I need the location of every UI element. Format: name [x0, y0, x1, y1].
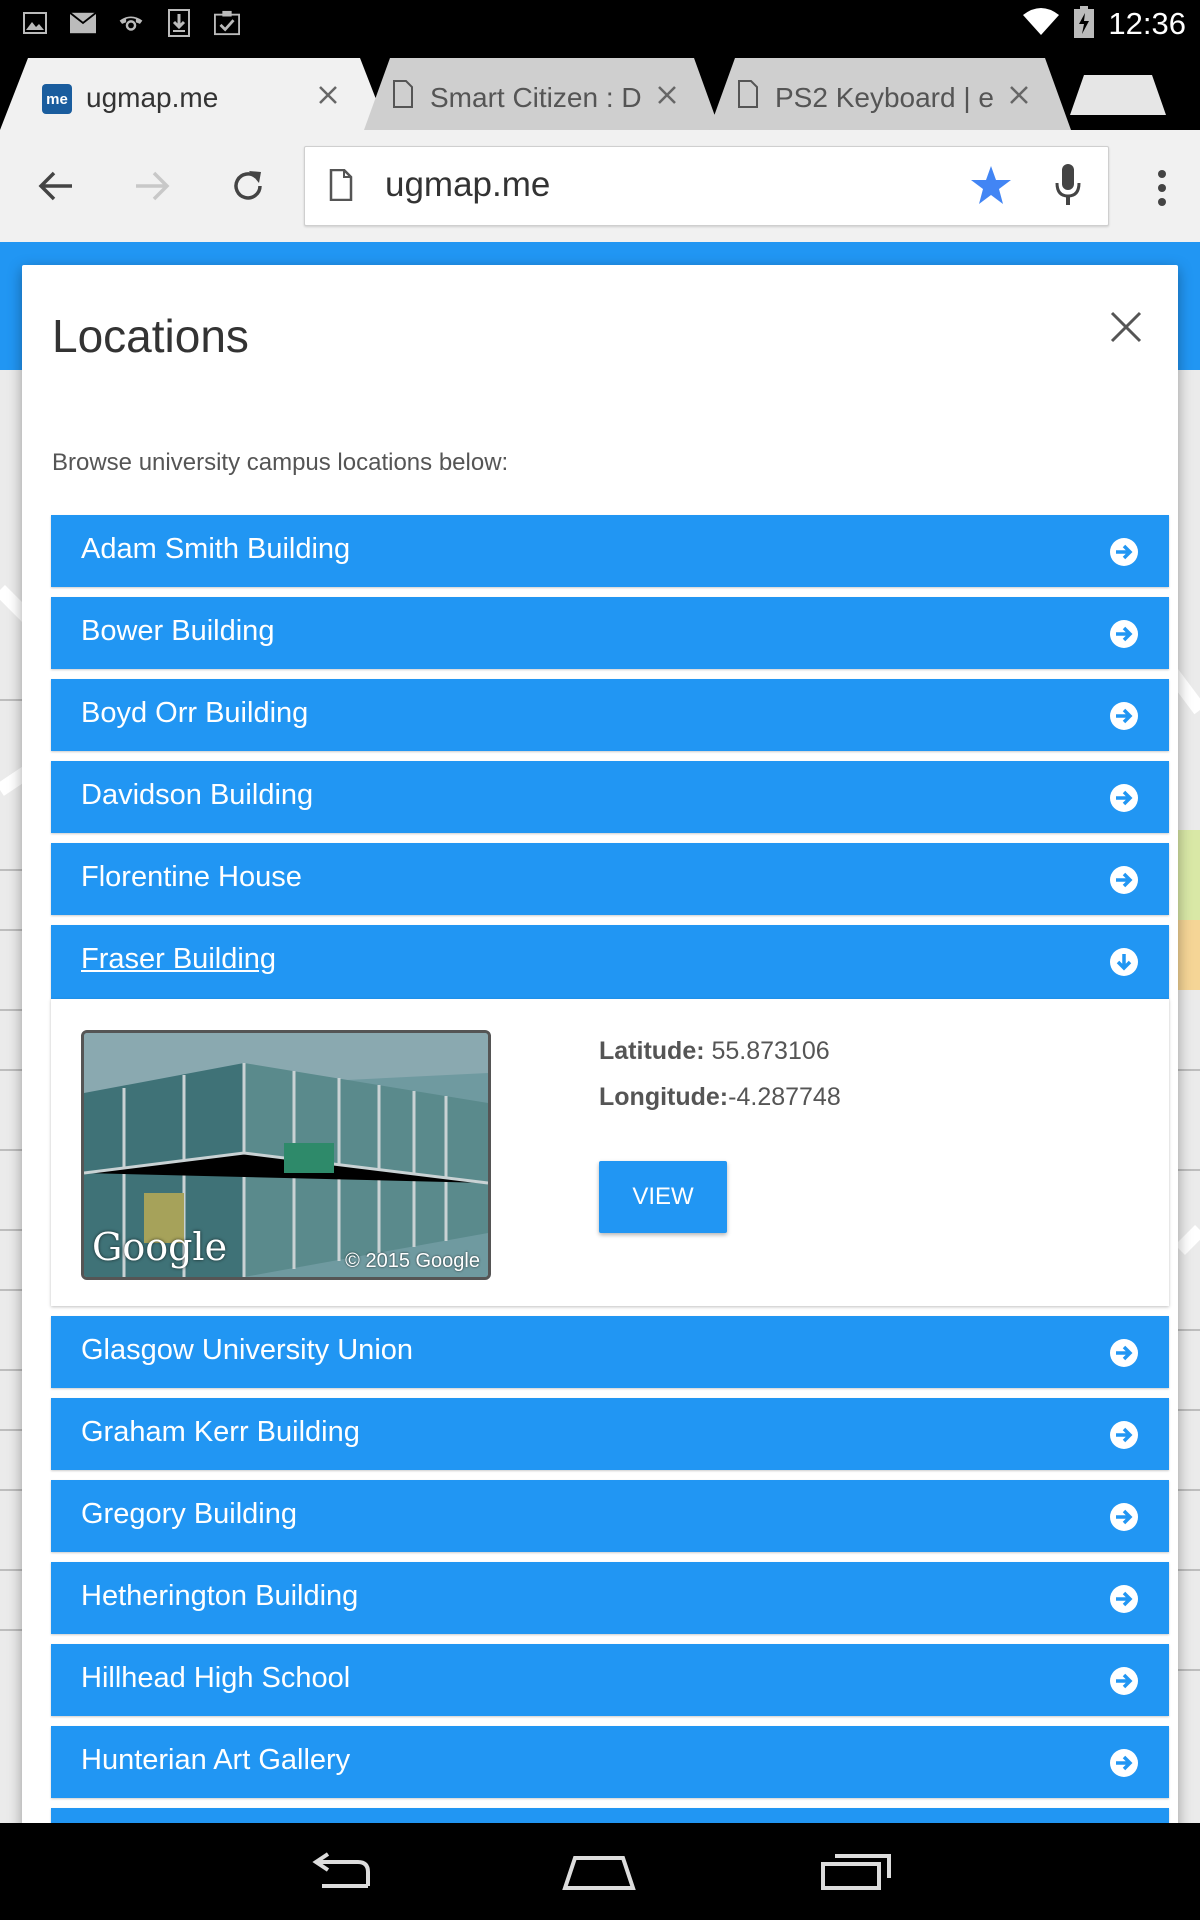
- tab-ugmap[interactable]: me ugmap.me: [0, 58, 390, 130]
- location-item[interactable]: Hetherington Building: [51, 1562, 1169, 1634]
- arrow-circle-right-icon: [1110, 620, 1138, 648]
- battery-charging-icon: [1074, 6, 1095, 42]
- location-label: Davidson Building: [81, 779, 314, 811]
- modal-title: Locations: [52, 310, 249, 362]
- latitude-value: 55.873106: [704, 1037, 830, 1065]
- arrow-circle-down-icon: [1110, 948, 1138, 976]
- system-nav-bar: [0, 1823, 1200, 1920]
- location-label: Boyd Orr Building: [81, 697, 309, 729]
- view-button[interactable]: VIEW: [599, 1161, 727, 1233]
- microphone-icon[interactable]: [1054, 163, 1082, 211]
- location-item-expanded[interactable]: Fraser Building: [51, 925, 1169, 999]
- location-label: Adam Smith Building: [81, 533, 351, 565]
- clock: 12:36: [1108, 6, 1186, 41]
- location-item[interactable]: Florentine House: [51, 843, 1169, 915]
- arrow-circle-right-icon: [1110, 538, 1138, 566]
- nav-home-icon[interactable]: [554, 1847, 644, 1897]
- location-item[interactable]: Boyd Orr Building: [51, 679, 1169, 751]
- location-label: Hunterian Art Gallery: [81, 1744, 351, 1776]
- tab-title: Smart Citizen : De: [430, 82, 642, 113]
- mail-icon: [70, 10, 96, 36]
- overflow-menu-icon[interactable]: [1142, 160, 1182, 216]
- close-icon: [1110, 311, 1142, 343]
- download-icon: [166, 9, 192, 37]
- location-item[interactable]: Davidson Building: [51, 761, 1169, 833]
- location-detail-panel: Google © 2015 Google Latitude: 55.873106…: [51, 999, 1169, 1306]
- locations-list: Adam Smith Building Bower Building Boyd …: [51, 515, 1169, 1890]
- street-view-thumbnail[interactable]: Google © 2015 Google: [81, 1030, 491, 1280]
- document-icon: [737, 80, 759, 112]
- status-bar: 12:36: [0, 0, 1200, 50]
- location-item[interactable]: Glasgow University Union: [51, 1316, 1169, 1388]
- tab-strip: me ugmap.me Smart Citizen : De PS2 Keybo…: [0, 50, 1200, 130]
- nav-back-icon[interactable]: [298, 1847, 388, 1897]
- back-button[interactable]: [26, 156, 86, 216]
- arrow-circle-right-icon: [1110, 1503, 1138, 1531]
- arrow-circle-right-icon: [1110, 1667, 1138, 1695]
- arrow-circle-right-icon: [1110, 1585, 1138, 1613]
- location-label: Bower Building: [81, 615, 275, 647]
- location-label: Florentine House: [81, 861, 302, 893]
- reload-button[interactable]: [218, 156, 278, 216]
- arrow-circle-right-icon: [1110, 1339, 1138, 1367]
- arrow-circle-right-icon: [1110, 1749, 1138, 1777]
- page-info-icon[interactable]: [329, 168, 353, 205]
- new-tab-button[interactable]: [1070, 75, 1166, 115]
- close-tab-icon[interactable]: [650, 78, 684, 112]
- bookmark-star-icon[interactable]: [970, 165, 1012, 209]
- browser-toolbar: ugmap.me: [0, 130, 1200, 243]
- location-item[interactable]: Adam Smith Building: [51, 515, 1169, 587]
- image-copyright: © 2015 Google: [345, 1250, 480, 1272]
- wifi-icon: [1022, 7, 1060, 41]
- arrow-circle-right-icon: [1110, 702, 1138, 730]
- location-item[interactable]: Hunterian Art Gallery: [51, 1726, 1169, 1798]
- google-logo: Google: [92, 1225, 228, 1269]
- modal-intro-text: Browse university campus locations below…: [52, 449, 509, 476]
- location-item[interactable]: Bower Building: [51, 597, 1169, 669]
- clipboard-check-icon: [214, 10, 240, 36]
- longitude-value: -4.287748: [728, 1083, 841, 1111]
- longitude-row: Longitude:-4.287748: [599, 1083, 841, 1112]
- location-label: Hillhead High School: [81, 1662, 351, 1694]
- tab-smart-citizen[interactable]: Smart Citizen : De: [364, 58, 724, 130]
- forward-button[interactable]: [122, 156, 182, 216]
- arrow-circle-right-icon: [1110, 1421, 1138, 1449]
- location-label: Glasgow University Union: [81, 1334, 414, 1366]
- location-label: Graham Kerr Building: [81, 1416, 360, 1448]
- address-bar[interactable]: ugmap.me: [304, 146, 1109, 226]
- nav-recents-icon[interactable]: [812, 1847, 902, 1897]
- location-label: Gregory Building: [81, 1498, 297, 1530]
- close-modal-button[interactable]: [1098, 299, 1154, 355]
- ugmap-favicon: me: [42, 84, 72, 114]
- locations-modal: Locations Browse university campus locat…: [22, 265, 1178, 1880]
- arrow-circle-right-icon: [1110, 866, 1138, 894]
- close-tab-icon[interactable]: [1002, 78, 1036, 112]
- tab-title: ugmap.me: [86, 82, 219, 113]
- url-text[interactable]: ugmap.me: [385, 165, 550, 205]
- latitude-label: Latitude:: [599, 1037, 705, 1065]
- location-label: Fraser Building: [81, 943, 277, 975]
- location-item[interactable]: Gregory Building: [51, 1480, 1169, 1552]
- location-label: Hetherington Building: [81, 1580, 359, 1612]
- favicon-text: me: [46, 90, 68, 108]
- longitude-label: Longitude:: [599, 1083, 729, 1111]
- voicemail-icon: [118, 10, 144, 36]
- arrow-circle-right-icon: [1110, 784, 1138, 812]
- latitude-row: Latitude: 55.873106: [599, 1037, 830, 1066]
- tab-ps2-keyboard[interactable]: PS2 Keyboard | e: [709, 58, 1075, 130]
- location-item[interactable]: Hillhead High School: [51, 1644, 1169, 1716]
- close-tab-icon[interactable]: [311, 78, 345, 112]
- tab-title: PS2 Keyboard | e: [775, 82, 994, 113]
- gallery-icon: [22, 10, 48, 36]
- document-icon: [392, 80, 414, 112]
- location-item[interactable]: Graham Kerr Building: [51, 1398, 1169, 1470]
